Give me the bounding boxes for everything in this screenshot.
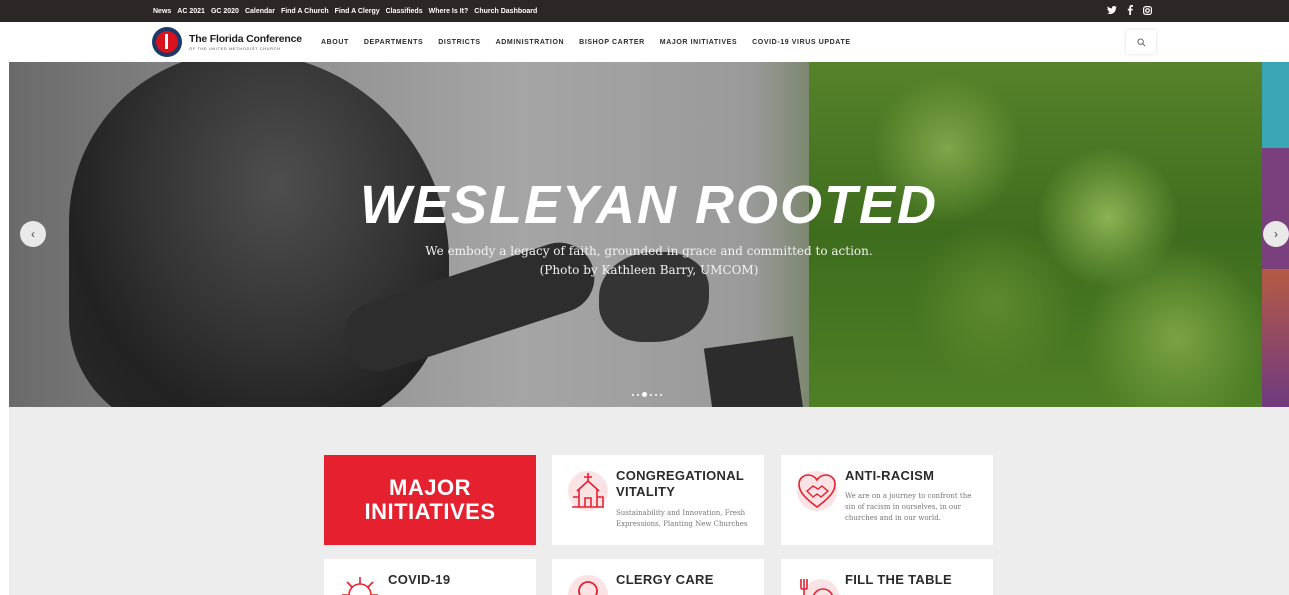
logo-tagline: OF THE UNITED METHODIST CHURCH xyxy=(189,46,281,51)
major-line2: INITIATIVES xyxy=(364,499,496,524)
card-desc-cont: Expressions, Planting New Churches xyxy=(616,520,748,528)
social-links xyxy=(1107,0,1153,22)
slide-dot-active[interactable] xyxy=(642,392,647,397)
utility-link-calendar[interactable]: Calendar xyxy=(245,8,275,15)
major-initiatives-card[interactable]: MAJOR INITIATIVES xyxy=(324,455,536,545)
congregational-vitality-card[interactable]: CONGREGATIONAL VITALITY Sustainability a… xyxy=(552,455,764,545)
nav-item-about[interactable]: ABOUT xyxy=(321,39,349,46)
nav-item-major-initiatives[interactable]: MAJOR INITIATIVES xyxy=(660,39,737,46)
anti-racism-card[interactable]: ANTI-RACISM We are on a journey to confr… xyxy=(781,455,993,545)
utility-link-find-clergy[interactable]: Find A Clergy xyxy=(335,8,380,15)
card-title-cont: VITALITY xyxy=(616,484,676,499)
card-title: FILL THE TABLE xyxy=(845,572,952,587)
chevron-right-icon: › xyxy=(1274,227,1278,241)
next-slide-button[interactable]: › xyxy=(1263,221,1289,247)
slide-dot[interactable] xyxy=(650,393,652,396)
hero-photo-credit: (Photo by Kathleen Barry, UMCOM) xyxy=(539,263,759,277)
site-logo[interactable]: The Florida Conference OF THE UNITED MET… xyxy=(152,27,302,57)
utility-link-gc2020[interactable]: GC 2020 xyxy=(211,8,239,15)
church-icon xyxy=(568,471,608,511)
utility-link-find-church[interactable]: Find A Church xyxy=(281,8,329,15)
clergy-care-card[interactable]: CLERGY CARE xyxy=(552,559,764,595)
hero-slider: WESLEYAN ROOTED We embody a legacy of fa… xyxy=(9,62,1289,407)
covid-19-card[interactable]: COVID-19 xyxy=(324,559,536,595)
instagram-icon[interactable] xyxy=(1143,5,1153,17)
major-line1: MAJOR xyxy=(389,475,471,500)
card-desc: We are on a journey to confront the xyxy=(845,492,972,500)
search-button[interactable] xyxy=(1126,30,1156,54)
slide-dot[interactable] xyxy=(637,393,639,396)
plate-utensils-icon xyxy=(800,579,839,595)
card-title: CLERGY CARE xyxy=(616,572,714,587)
cross-and-flame-logo-icon xyxy=(152,27,182,57)
utility-link-where-is-it[interactable]: Where Is It? xyxy=(429,8,469,15)
slide-dot[interactable] xyxy=(632,393,634,396)
utility-link-church-dashboard[interactable]: Church Dashboard xyxy=(474,8,537,15)
nav-item-departments[interactable]: DEPARTMENTS xyxy=(364,39,423,46)
nav-item-bishop-carter[interactable]: BISHOP CARTER xyxy=(579,39,645,46)
card-title: CONGREGATIONAL xyxy=(616,468,745,483)
chevron-left-icon: ‹ xyxy=(31,227,35,241)
card-desc-cont: sin of racism in ourselves, in our xyxy=(845,503,961,511)
facebook-icon[interactable] xyxy=(1127,5,1133,17)
card-desc: Sustainability and Innovation, Fresh xyxy=(616,509,746,517)
utility-link-classifieds[interactable]: Classifieds xyxy=(386,8,423,15)
slide-dot[interactable] xyxy=(660,393,662,396)
slide-dot[interactable] xyxy=(655,393,657,396)
slide-indicators xyxy=(632,392,662,397)
card-desc-cont: churches and in our world. xyxy=(845,514,941,522)
hero-subtitle: We embody a legacy of faith, grounded in… xyxy=(425,244,873,258)
clergy-care-icon xyxy=(568,575,608,595)
logo-name: The Florida Conference xyxy=(189,33,302,45)
card-title: COVID-19 xyxy=(388,572,451,587)
twitter-icon[interactable] xyxy=(1107,5,1117,17)
prev-slide-button[interactable]: ‹ xyxy=(20,221,46,247)
card-title: ANTI-RACISM xyxy=(845,468,935,483)
utility-link-ac2021[interactable]: AC 2021 xyxy=(177,8,205,15)
utility-bar: News AC 2021 GC 2020 Calendar Find A Chu… xyxy=(0,0,1289,22)
main-nav: The Florida Conference OF THE UNITED MET… xyxy=(0,22,1289,62)
utility-links: News AC 2021 GC 2020 Calendar Find A Chu… xyxy=(153,0,537,22)
fill-the-table-card[interactable]: FILL THE TABLE xyxy=(781,559,993,595)
utility-link-news[interactable]: News xyxy=(153,8,171,15)
heart-handshake-icon xyxy=(797,471,837,511)
hero-title: WESLEYAN ROOTED xyxy=(359,175,938,235)
virus-icon xyxy=(342,577,378,595)
nav-item-districts[interactable]: DISTRICTS xyxy=(438,39,480,46)
nav-item-covid-update[interactable]: COVID-19 VIRUS UPDATE xyxy=(752,39,850,46)
primary-menu: ABOUT DEPARTMENTS DISTRICTS ADMINISTRATI… xyxy=(321,22,851,62)
nav-item-administration[interactable]: ADMINISTRATION xyxy=(496,39,565,46)
search-icon xyxy=(1136,37,1145,46)
